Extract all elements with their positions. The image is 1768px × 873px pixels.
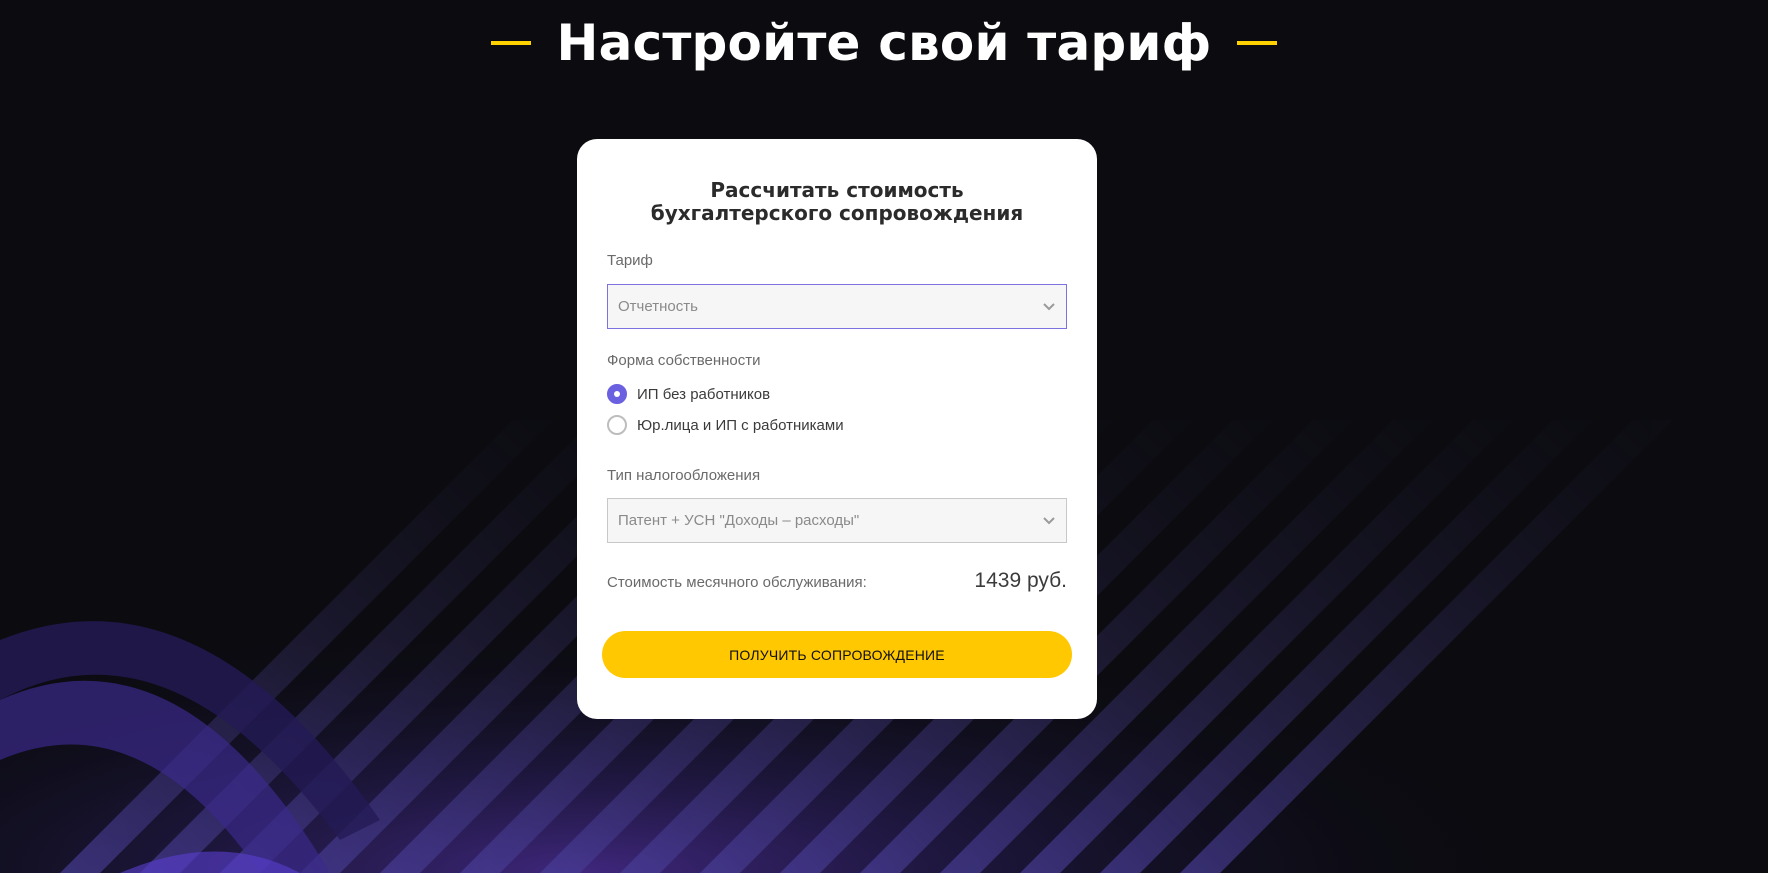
calculator-card: Рассчитать стоимость бухгалтерского сопр… <box>577 139 1097 719</box>
radio-button-checked[interactable] <box>607 384 627 404</box>
radio-option-legal-entities[interactable]: Юр.лица и ИП с работниками <box>607 413 844 437</box>
chevron-down-icon <box>1043 517 1055 525</box>
radio-label: ИП без работников <box>637 385 771 403</box>
monthly-cost-label: Стоимость месячного обслуживания: <box>607 574 867 591</box>
heading-dash-left <box>490 41 531 45</box>
chevron-down-icon <box>1043 303 1055 311</box>
taxation-select-value: Патент + УСН "Доходы – расходы" <box>618 512 860 529</box>
taxation-label: Тип налогообложения <box>607 467 761 484</box>
radio-label: Юр.лица и ИП с работниками <box>637 416 844 434</box>
taxation-select[interactable]: Патент + УСН "Доходы – расходы" <box>607 498 1067 543</box>
heading-dash-right <box>1237 41 1278 45</box>
tariff-select-value: Отчетность <box>618 298 698 315</box>
calculator-title-line1: Рассчитать стоимость <box>710 178 964 202</box>
ownership-label: Форма собственности <box>607 352 761 369</box>
radio-option-ip-no-employees[interactable]: ИП без работников <box>607 382 770 406</box>
page-title: Настройте свой тариф <box>556 14 1212 72</box>
calculator-title-line2: бухгалтерского сопровождения <box>650 201 1024 225</box>
radio-button[interactable] <box>607 415 627 435</box>
tariff-select[interactable]: Отчетность <box>607 284 1067 329</box>
tariff-label: Тариф <box>607 252 653 269</box>
calculator-title: Рассчитать стоимость бухгалтерского сопр… <box>577 179 1097 225</box>
monthly-cost-value: 1439 руб. <box>974 569 1067 592</box>
get-support-button[interactable]: ПОЛУЧИТЬ СОПРОВОЖДЕНИЕ <box>602 631 1072 678</box>
section-heading: Настройте свой тариф <box>0 8 1768 78</box>
